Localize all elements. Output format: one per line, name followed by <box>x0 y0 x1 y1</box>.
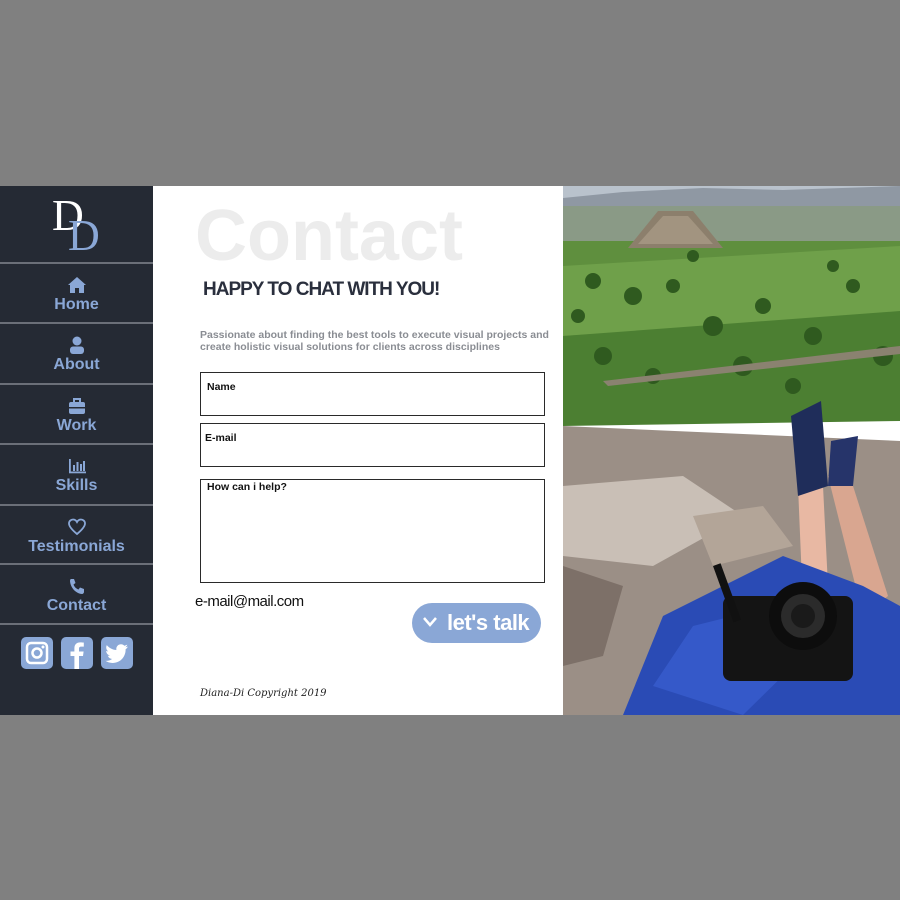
nav-label: Skills <box>55 477 98 494</box>
bar-chart-icon <box>68 459 86 474</box>
nav-item-skills[interactable]: Skills <box>0 443 153 503</box>
nav-item-work[interactable]: Work <box>0 383 153 443</box>
contact-email[interactable]: e-mail@mail.com <box>195 593 304 610</box>
facebook-icon <box>70 642 84 669</box>
facebook-button[interactable] <box>61 637 93 669</box>
nav-label: Testimonials <box>28 538 125 555</box>
intro-text: Passionate about finding the best tools … <box>200 329 549 353</box>
divider <box>0 623 153 625</box>
page-headline: HAPPY TO CHAT WITH YOU! <box>203 279 440 300</box>
name-field-label: Name <box>207 381 236 393</box>
twitter-icon <box>105 644 128 663</box>
briefcase-icon <box>68 398 85 414</box>
nav-item-home[interactable]: Home <box>0 262 153 322</box>
chevron-down-icon <box>423 617 437 627</box>
contact-section: Contact HAPPY TO CHAT WITH YOU! Passiona… <box>153 186 563 715</box>
nav-label: Home <box>54 296 99 313</box>
lets-talk-label: let's talk <box>447 610 530 635</box>
nav-label: Work <box>56 417 97 434</box>
name-field[interactable]: Name <box>200 372 545 416</box>
nav-label: Contact <box>46 597 107 614</box>
message-field-label: How can i help? <box>207 481 287 493</box>
logo[interactable]: D D <box>50 192 110 252</box>
nav-label: About <box>53 356 100 373</box>
nav-item-about[interactable]: About <box>0 322 153 382</box>
page-title-watermark: Contact <box>195 196 463 276</box>
svg-text:D: D <box>68 211 100 252</box>
lets-talk-button[interactable]: let's talk <box>412 603 541 643</box>
heart-icon <box>67 518 86 536</box>
email-field-label: E-mail <box>205 432 237 444</box>
user-icon <box>69 336 84 354</box>
home-icon <box>67 277 86 293</box>
sidebar: D D Home About Work Skills Testimonials … <box>0 186 153 715</box>
instagram-button[interactable] <box>21 637 53 669</box>
twitter-button[interactable] <box>101 637 133 669</box>
phone-icon <box>69 579 84 594</box>
instagram-icon <box>25 641 49 665</box>
message-field[interactable]: How can i help? <box>200 479 545 583</box>
nav-item-contact[interactable]: Contact <box>0 563 153 623</box>
page-frame: D D Home About Work Skills Testimonials … <box>0 186 900 715</box>
hero-photo <box>563 186 900 715</box>
nav-item-testimonials[interactable]: Testimonials <box>0 504 153 564</box>
email-field[interactable]: E-mail <box>200 423 545 467</box>
copyright: Diana-Di Copyright 2019 <box>200 688 327 699</box>
landscape-image <box>563 186 900 715</box>
